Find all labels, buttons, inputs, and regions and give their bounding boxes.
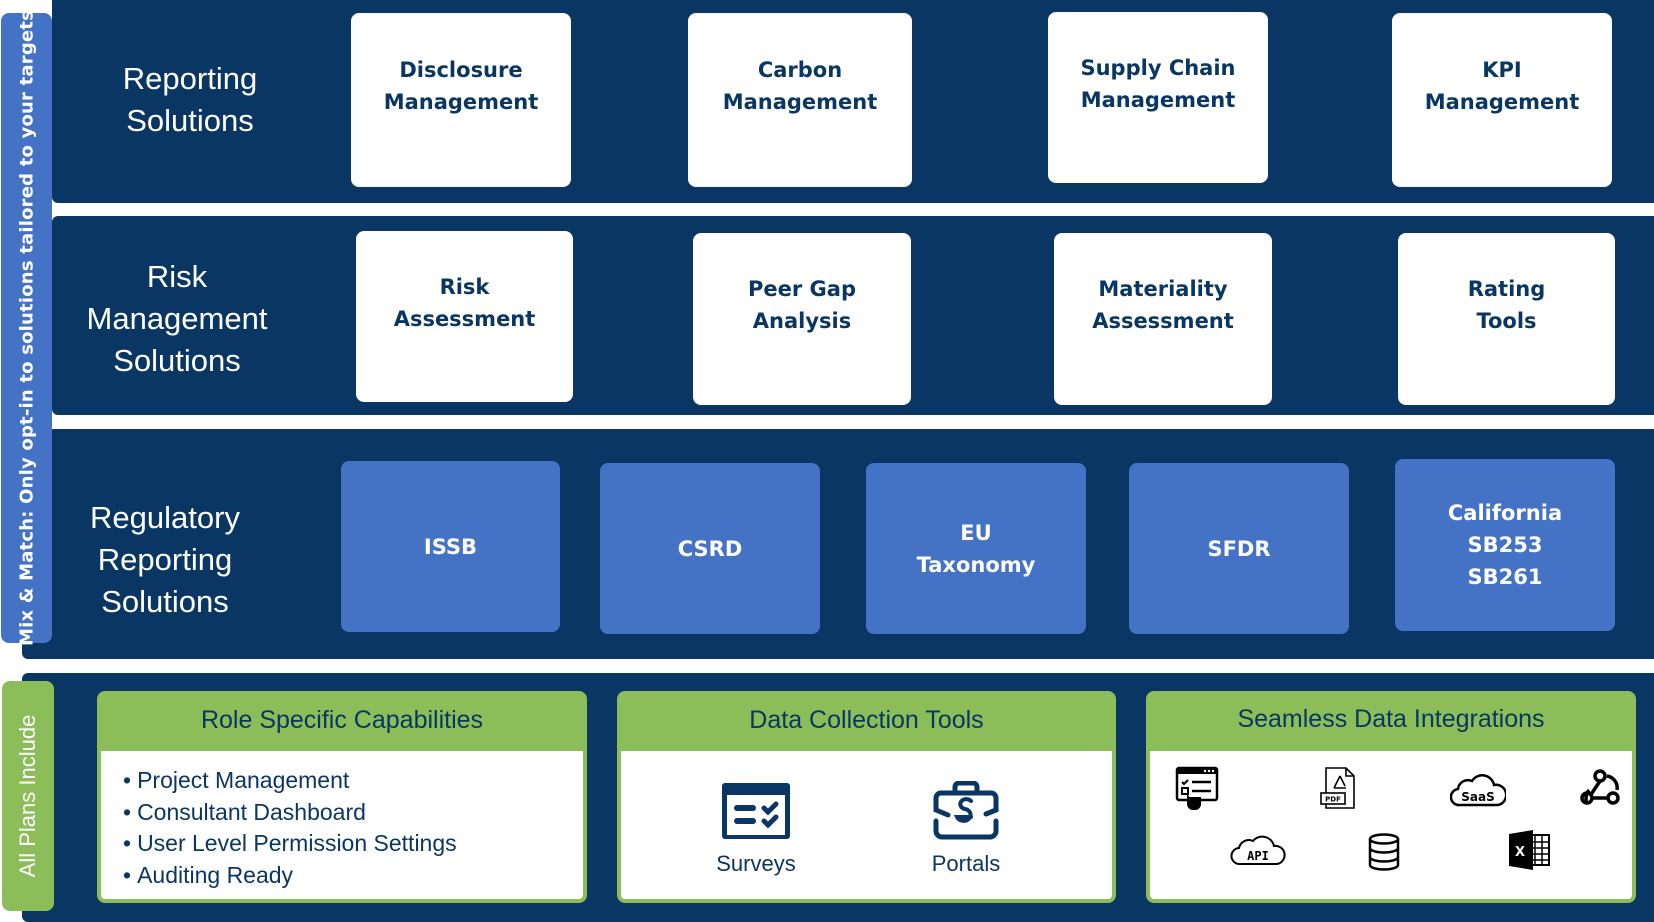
mix-and-match-tab: Mix & Match: Only opt-in to solutions ta… xyxy=(1,9,52,647)
pdf-icon-text: PDF xyxy=(1325,796,1341,804)
data-collection-tools-body: Surveys Portals xyxy=(621,751,1112,899)
survey-form-icon xyxy=(722,783,790,839)
seamless-data-integrations-box: Seamless Data Integrations PDF SaaS API … xyxy=(1146,691,1636,903)
database-icon xyxy=(1368,833,1400,871)
tool-label-surveys: Surveys xyxy=(716,851,796,876)
card-rating-tools[interactable]: Rating Tools xyxy=(1398,233,1615,405)
card-eu-taxonomy[interactable]: EU Taxonomy xyxy=(866,463,1086,634)
saas-cloud-icon: SaaS xyxy=(1450,774,1506,807)
data-collection-tools-title: Data Collection Tools xyxy=(749,705,984,734)
card-supply-chain-management[interactable]: Supply Chain Management xyxy=(1048,12,1268,183)
row-label-reporting: Reporting Solutions xyxy=(122,61,258,138)
card-materiality-assessment[interactable]: Materiality Assessment xyxy=(1054,233,1272,405)
all-plans-include-text: All Plans Include xyxy=(15,714,40,878)
card-risk-assessment[interactable]: Risk Assessment xyxy=(356,231,573,402)
tool-surveys[interactable]: Surveys xyxy=(701,781,811,877)
web-form-click-icon xyxy=(1175,766,1219,810)
mix-and-match-text: Mix & Match: Only opt-in to solutions ta… xyxy=(16,9,37,647)
webhook-icon xyxy=(1580,769,1620,805)
portal-briefcase-icon xyxy=(933,781,999,840)
role-specific-capabilities-title: Role Specific Capabilities xyxy=(200,705,484,734)
excel-icon: X xyxy=(1509,830,1550,870)
data-collection-tools-box: Data Collection Tools Surveys Portals xyxy=(617,691,1116,903)
row-label-regulatory: Regulatory Reporting Solutions xyxy=(90,500,240,619)
api-icon-text: API xyxy=(1247,849,1269,863)
capability-item: Project Management xyxy=(123,765,457,797)
tool-portals[interactable]: Portals xyxy=(911,781,1021,877)
card-issb[interactable]: ISSB xyxy=(341,461,560,632)
row-label-risk: Risk Management Solutions xyxy=(86,259,268,378)
api-cloud-icon: API xyxy=(1230,835,1286,865)
card-carbon-management[interactable]: Carbon Management xyxy=(688,13,912,187)
capability-item: Consultant Dashboard xyxy=(123,797,457,829)
capability-item: User Level Permission Settings xyxy=(123,828,457,860)
saas-icon-text: SaaS xyxy=(1461,790,1494,804)
excel-icon-text: X xyxy=(1515,845,1525,860)
card-csrd[interactable]: CSRD xyxy=(600,463,820,634)
card-kpi-management[interactable]: KPI Management xyxy=(1392,13,1612,187)
pdf-file-icon: PDF xyxy=(1320,767,1355,809)
card-california-sb253-sb261[interactable]: California SB253 SB261 xyxy=(1395,459,1615,631)
card-disclosure-management[interactable]: Disclosure Management xyxy=(351,13,571,187)
role-specific-capabilities-box: Role Specific Capabilities Project Manag… xyxy=(97,691,587,903)
capability-item: Auditing Ready xyxy=(123,860,457,892)
capabilities-list: Project Management Consultant Dashboard … xyxy=(123,765,457,891)
all-plans-include-tab: All Plans Include xyxy=(2,681,54,911)
card-peer-gap-analysis[interactable]: Peer Gap Analysis xyxy=(693,233,911,405)
tool-label-portals: Portals xyxy=(931,851,1001,876)
seamless-data-integrations-title: Seamless Data Integrations xyxy=(1237,704,1545,733)
role-specific-capabilities-body: Project Management Consultant Dashboard … xyxy=(101,751,583,899)
card-sfdr[interactable]: SFDR xyxy=(1129,463,1349,634)
seamless-data-integrations-body: PDF SaaS API X xyxy=(1150,751,1632,899)
